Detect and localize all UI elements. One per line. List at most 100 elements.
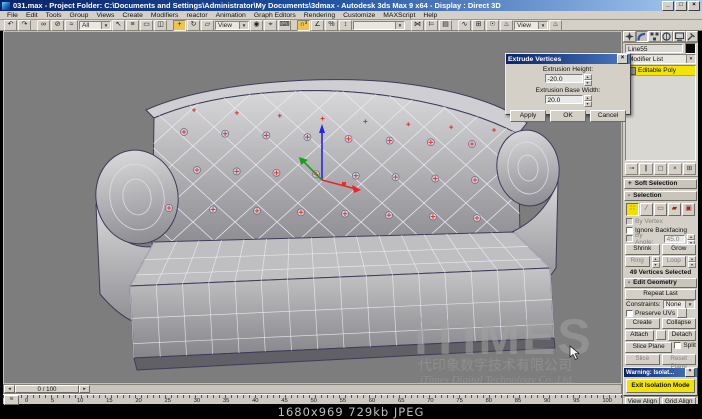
modifier-list-dropdown[interactable]: Modifier List ▼: [625, 54, 696, 64]
spinner-down-icon[interactable]: ▾: [651, 261, 660, 268]
shrink-button[interactable]: Shrink: [625, 243, 660, 255]
loop-button[interactable]: Loop: [661, 255, 686, 267]
extrusion-base-width-spinner[interactable]: ▴ ▾: [583, 95, 592, 107]
attach-list-button[interactable]: [655, 330, 666, 340]
selected-vertex[interactable]: [342, 182, 346, 185]
undo-icon[interactable]: ↶: [4, 19, 17, 31]
by-vertex-checkbox[interactable]: [626, 218, 633, 225]
menu-edit[interactable]: Edit: [22, 12, 42, 19]
curve-editor-icon[interactable]: ∿: [458, 19, 471, 31]
extrusion-height-spinner[interactable]: ▴ ▾: [583, 74, 592, 86]
percent-snap-icon[interactable]: %: [325, 19, 338, 31]
use-pivot-center-icon[interactable]: ◉: [250, 19, 263, 31]
polygon-subobject-icon[interactable]: ▰: [668, 203, 681, 216]
menu-create[interactable]: Create: [118, 12, 146, 19]
rollout-selection[interactable]: - Selection: [624, 191, 697, 201]
border-subobject-icon[interactable]: ▭: [654, 203, 667, 216]
spinner-down-icon[interactable]: ▾: [583, 80, 592, 86]
redo-icon[interactable]: ↷: [18, 19, 31, 31]
dialog-title-bar[interactable]: Extrude Vertices ×: [506, 54, 630, 64]
named-selection-sets-dropdown[interactable]: ▼: [353, 20, 405, 30]
ring-spinner[interactable]: ▴ ▾: [651, 255, 660, 268]
object-color-swatch[interactable]: [685, 43, 696, 54]
material-editor-icon[interactable]: ☉: [486, 19, 499, 31]
tab-utilities[interactable]: [685, 31, 698, 42]
menu-reactor[interactable]: reactor: [182, 12, 211, 19]
select-by-name-icon[interactable]: ≡: [126, 19, 139, 31]
menu-help[interactable]: Help: [419, 12, 441, 19]
spinner-down-icon[interactable]: ▾: [688, 261, 696, 268]
layer-manager-icon[interactable]: ▤: [439, 19, 452, 31]
edge-subobject-icon[interactable]: ∕: [640, 203, 653, 216]
menu-file[interactable]: File: [3, 12, 22, 19]
menu-tools[interactable]: Tools: [42, 12, 66, 19]
slice-button[interactable]: Slice: [625, 354, 660, 365]
grow-button[interactable]: Grow: [661, 243, 696, 255]
stack-item-editable-poly[interactable]: Editable Poly: [626, 66, 695, 76]
snaps-toggle-icon[interactable]: ∩³: [297, 19, 310, 31]
close-button[interactable]: ×: [688, 0, 700, 11]
align-icon[interactable]: ⊨: [425, 19, 438, 31]
by-angle-checkbox[interactable]: [626, 235, 633, 242]
detach-button[interactable]: Detach: [667, 330, 696, 341]
quick-render-icon[interactable]: ♨: [549, 19, 562, 31]
select-and-rotate-icon[interactable]: ↻: [187, 19, 200, 31]
extrusion-height-field[interactable]: -20.0: [544, 74, 583, 83]
warning-close-icon[interactable]: ×: [685, 368, 695, 377]
select-and-scale-icon[interactable]: ▱: [201, 19, 214, 31]
remove-modifier-icon[interactable]: ×: [668, 163, 682, 175]
select-and-move-icon[interactable]: +: [173, 19, 186, 31]
tab-display[interactable]: [673, 31, 686, 42]
menu-maxscript[interactable]: MAXScript: [379, 12, 419, 19]
exit-isolation-mode-button[interactable]: Exit Isolation Mode: [626, 379, 695, 393]
element-subobject-icon[interactable]: ▣: [682, 203, 695, 216]
menu-animation[interactable]: Animation: [212, 12, 250, 19]
repeat-last-button[interactable]: Repeat Last: [625, 288, 696, 300]
menu-graph-editors[interactable]: Graph Editors: [250, 12, 300, 19]
tab-create[interactable]: [623, 31, 636, 42]
spinner-snap-icon[interactable]: ↕: [339, 19, 352, 31]
reference-coordinate-system-dropdown[interactable]: View ▼: [215, 20, 249, 30]
ignore-backfacing-checkbox[interactable]: [626, 226, 633, 234]
maximize-button[interactable]: □: [675, 0, 687, 11]
timeline-ruler[interactable]: 0 5 10 15 20 25 30 35 40 45 50 55 60 65 …: [3, 394, 622, 404]
select-and-manipulate-icon[interactable]: ⌖: [264, 19, 277, 31]
extrusion-base-width-field[interactable]: 20.0: [544, 95, 583, 104]
unlink-selection-icon[interactable]: ⊘: [51, 19, 64, 31]
angle-snap-icon[interactable]: ∠: [311, 19, 324, 31]
tab-motion[interactable]: [660, 31, 673, 42]
view-align-button[interactable]: View Align: [625, 397, 660, 404]
by-angle-field[interactable]: 45.0: [663, 234, 685, 243]
select-object-icon[interactable]: ↖: [112, 19, 125, 31]
apply-button[interactable]: Apply: [510, 110, 546, 122]
vertex-subobject-icon[interactable]: ∷: [626, 203, 639, 216]
time-slider-thumb[interactable]: 0 / 100: [15, 385, 79, 393]
mirror-icon[interactable]: ⋈: [411, 19, 424, 31]
menu-rendering[interactable]: Rendering: [300, 12, 339, 19]
tab-hierarchy[interactable]: [648, 31, 661, 42]
tab-modify[interactable]: [635, 31, 648, 42]
menu-customize[interactable]: Customize: [339, 12, 379, 19]
menu-modifiers[interactable]: Modifiers: [147, 12, 183, 19]
dialog-close-icon[interactable]: ×: [617, 54, 628, 64]
show-end-result-icon[interactable]: ∥: [639, 163, 653, 175]
reset-plane-button[interactable]: Reset Plane: [661, 354, 696, 370]
minimize-button[interactable]: _: [662, 0, 674, 11]
rollout-edit-geometry[interactable]: - Edit Geometry: [624, 277, 697, 288]
make-unique-icon[interactable]: ▢: [653, 163, 668, 175]
cancel-button[interactable]: Cancel: [590, 110, 626, 122]
slice-plane-button[interactable]: Slice Plane: [625, 342, 673, 353]
create-button[interactable]: Create: [625, 318, 660, 329]
preserve-uvs-settings-button[interactable]: [677, 308, 688, 318]
menu-views[interactable]: Views: [92, 12, 118, 19]
pin-stack-icon[interactable]: ⊸: [625, 163, 639, 175]
schematic-view-icon[interactable]: ⊞: [472, 19, 485, 31]
grid-align-button[interactable]: Grid Align: [661, 397, 696, 404]
attach-button[interactable]: Attach: [625, 330, 654, 341]
collapse-button[interactable]: Collapse: [661, 318, 696, 329]
object-name-field[interactable]: Line55: [625, 44, 683, 53]
render-type-dropdown[interactable]: View ▼: [514, 20, 548, 30]
preserve-uvs-checkbox[interactable]: [626, 309, 633, 317]
open-mini-curve-editor-button[interactable]: ≋: [4, 395, 19, 405]
spinner-down-icon[interactable]: ▾: [583, 101, 592, 107]
